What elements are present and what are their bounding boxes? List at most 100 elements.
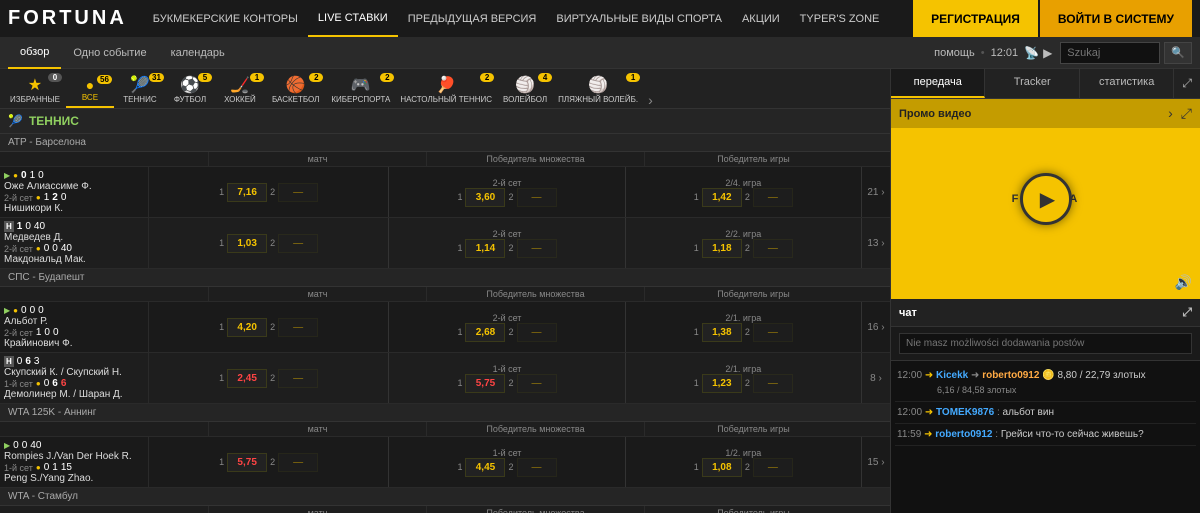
msg1-extra: 6,16 / 84,58 злотых <box>937 385 1016 395</box>
odds-skupski-2[interactable]: — <box>278 369 318 388</box>
odds-btn-s2[interactable]: — <box>517 188 557 207</box>
main-layout: 0 ★ ИЗБРАННЫЕ 56 ● ВСЕ 31 🎾 ТЕННИС 5 ⚽ Ф… <box>0 69 1200 513</box>
set-label: 2-й сет <box>493 178 522 188</box>
odds-albot-g2[interactable]: — <box>753 323 793 342</box>
tab-all[interactable]: 56 ● ВСЕ <box>66 75 114 108</box>
odds-s2-1[interactable]: 1,14 <box>465 239 505 258</box>
search-input[interactable] <box>1060 42 1160 64</box>
video-player: Промо видео › ⤢ FORTUNA ▶ 🔊 <box>891 99 1200 299</box>
match-odds-group-2: 1 1,03 2 — 2-й сет 1 1,14 2 — <box>148 218 890 268</box>
more-count[interactable]: 21 › <box>862 167 890 217</box>
tab-broadcast[interactable]: передача <box>891 69 985 98</box>
score2-2: 2 <box>52 192 58 203</box>
odds-skupski-g1[interactable]: 1,23 <box>702 374 742 393</box>
tennis-section-title: теннис <box>29 114 79 128</box>
odds-rompies-g1[interactable]: 1,08 <box>702 458 742 477</box>
msg3-user1[interactable]: roberto0912 <box>935 429 992 440</box>
more-m2[interactable]: 13 › <box>862 218 890 268</box>
tab-football[interactable]: 5 ⚽ ФУТБОЛ <box>166 73 214 108</box>
odds-btn-2[interactable]: — <box>278 183 318 202</box>
odds-albot-2[interactable]: — <box>278 318 318 337</box>
tabletennis-icon: 🏓 <box>436 75 456 95</box>
tab-label-beachvolley: ПЛЯЖНЫЙ ВОЛЕЙБ. <box>558 95 638 104</box>
subnav-single[interactable]: Одно событие <box>61 37 158 69</box>
tab-favorites[interactable]: 0 ★ ИЗБРАННЫЕ <box>4 73 66 108</box>
nav-item-bookmakers[interactable]: БУКМЕКЕРСКИЕ КОНТОРЫ <box>143 0 308 37</box>
odds-m2-1[interactable]: 1,03 <box>227 234 267 253</box>
play-button[interactable]: ▶ <box>1020 173 1072 225</box>
match-info-albot: ▶ ● 0 0 0 Альбот Р. 2-й сет 1 0 0 Крайин… <box>0 302 148 352</box>
status-m2: 2-й сет <box>4 244 33 254</box>
sport-tabs: 0 ★ ИЗБРАННЫЕ 56 ● ВСЕ 31 🎾 ТЕННИС 5 ⚽ Ф… <box>0 69 890 109</box>
score-live-2: 1 <box>30 170 36 181</box>
tabs-scroll-right[interactable]: › <box>642 92 659 108</box>
tab-stats[interactable]: статистика <box>1080 69 1174 98</box>
odds-label-s2: 2 <box>508 192 513 202</box>
odds-btn-s1[interactable]: 3,60 <box>465 188 505 207</box>
tab-hockey[interactable]: 1 🏒 ХОККЕЙ <box>214 73 266 108</box>
help-link[interactable]: помощь <box>934 47 975 59</box>
tab-tracker[interactable]: Tracker <box>985 69 1079 98</box>
tab-basketball[interactable]: 2 🏀 БАСКЕТБОЛ <box>266 73 325 108</box>
subnav-calendar[interactable]: календарь <box>159 37 237 69</box>
msg1-user1[interactable]: Kicekk <box>936 370 968 381</box>
volleyball-badge: 4 <box>538 73 552 82</box>
p1-skupski: Скупский К. / Скупский Н. <box>4 367 144 378</box>
nav-item-promos[interactable]: АКЦИИ <box>732 0 790 37</box>
tab-label-tabletennis: НАСТОЛЬНЫЙ ТЕННИС <box>400 95 492 104</box>
left-panel: 0 ★ ИЗБРАННЫЕ 56 ● ВСЕ 31 🎾 ТЕННИС 5 ⚽ Ф… <box>0 69 890 513</box>
odds-albot-s1[interactable]: 2,68 <box>465 323 505 342</box>
video-expand-icon[interactable]: › <box>1168 105 1173 122</box>
odds-albot-1[interactable]: 4,20 <box>227 318 267 337</box>
tab-esports[interactable]: 2 🎮 КИБЕРСПОРТА <box>325 73 396 108</box>
nav-item-virtual[interactable]: ВИРТУАЛЬНЫЕ ВИДЫ СПОРТА <box>546 0 732 37</box>
odds-rompies-s1[interactable]: 4,45 <box>465 458 505 477</box>
odds-g2-1[interactable]: 1,18 <box>702 239 742 258</box>
nav-item-prev[interactable]: ПРЕДЫДУЩАЯ ВЕРСИЯ <box>398 0 547 37</box>
odds-btn-g2[interactable]: — <box>753 188 793 207</box>
score-live-3: 0 <box>38 170 44 181</box>
odds-skupski-s2[interactable]: — <box>517 374 557 393</box>
odds-btn-g1[interactable]: 1,42 <box>702 188 742 207</box>
hockey-icon: 🏒 <box>230 75 250 95</box>
odds-skupski-1[interactable]: 2,45 <box>227 369 267 388</box>
tab-volleyball[interactable]: 4 🏐 ВОЛЕЙБОЛ <box>496 73 554 108</box>
chat-expand-icon[interactable]: ⤢ <box>1182 305 1192 320</box>
search-button[interactable]: 🔍 <box>1164 42 1192 64</box>
odds-albot-g1[interactable]: 1,38 <box>702 323 742 342</box>
esports-badge: 2 <box>380 73 394 82</box>
football-icon: ⚽ <box>180 75 200 95</box>
msg1-user2[interactable]: roberto0912 <box>982 370 1039 381</box>
score2-m2-2: 0 <box>52 243 58 254</box>
odds-g2-2[interactable]: — <box>753 239 793 258</box>
odds-s2-2[interactable]: — <box>517 239 557 258</box>
chat-input[interactable] <box>899 333 1192 354</box>
play-icon[interactable]: ▶ <box>1043 46 1052 60</box>
odds-btn-1[interactable]: 7,16 <box>227 183 267 202</box>
expand-icon[interactable]: ⤢ <box>1174 69 1200 98</box>
beachvolley-badge: 1 <box>626 73 640 82</box>
top-nav: FORTUNA БУКМЕКЕРСКИЕ КОНТОРЫ LIVE СТАВКИ… <box>0 0 1200 37</box>
odds-m2-2[interactable]: — <box>278 234 318 253</box>
odds-set-section: 2-й сет 1 3,60 2 — <box>389 167 625 217</box>
volume-icon[interactable]: 🔊 <box>1175 274 1192 291</box>
msg2-user1[interactable]: TOMEK9876 <box>936 407 994 418</box>
odds-label-g1: 1 <box>694 192 699 202</box>
odds-rompies-1[interactable]: 5,75 <box>227 453 267 472</box>
video-fullscreen-icon[interactable]: ⤢ <box>1181 105 1192 122</box>
match-info: ▶ ● 0 1 0 Оже Алиассиме Ф. 2-й сет ● 1 2… <box>0 167 148 217</box>
nav-item-typers[interactable]: TYPER'S ZONE <box>790 0 890 37</box>
subnav-overview[interactable]: обзор <box>8 37 61 69</box>
register-button[interactable]: РЕГИСТРАЦИЯ <box>913 0 1038 37</box>
tab-beachvolley[interactable]: 1 🏐 ПЛЯЖНЫЙ ВОЛЕЙБ. <box>554 73 642 108</box>
login-button[interactable]: ВОЙТИ В СИСТЕМУ <box>1040 0 1192 37</box>
tab-tennis[interactable]: 31 🎾 ТЕННИС <box>114 73 166 108</box>
tab-tabletennis[interactable]: 2 🏓 НАСТОЛЬНЫЙ ТЕННИС <box>396 73 496 108</box>
odds-albot-s2[interactable]: — <box>517 323 557 342</box>
odds-label-1: 1 <box>219 187 224 197</box>
col-headers-atp: матч Победитель множества Победитель игр… <box>0 152 890 167</box>
odds-skupski-s1[interactable]: 5,75 <box>465 374 505 393</box>
nav-item-live[interactable]: LIVE СТАВКИ <box>308 0 398 37</box>
tennis-badge: 31 <box>149 73 164 82</box>
odds-skupski-g2[interactable]: — <box>753 374 793 393</box>
